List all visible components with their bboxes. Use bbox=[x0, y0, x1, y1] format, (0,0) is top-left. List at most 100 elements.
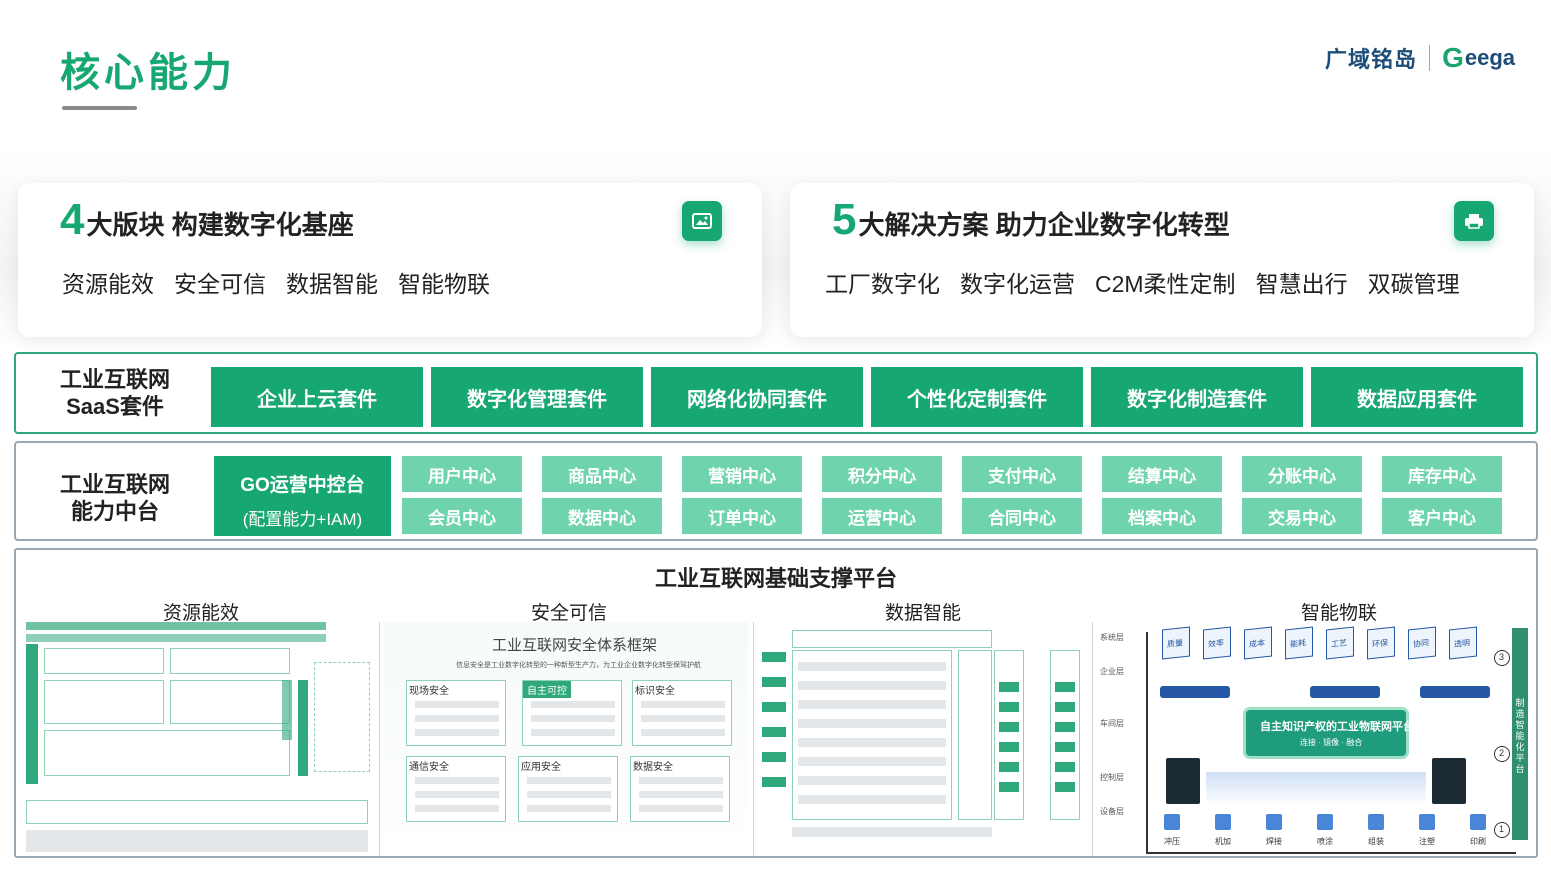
diagram-top-bar bbox=[26, 634, 326, 642]
capability-center-button[interactable]: 库存中心 bbox=[1382, 456, 1502, 492]
security-block-row bbox=[527, 791, 611, 798]
process-label: 喷涂 bbox=[1317, 837, 1333, 846]
go-console-button[interactable]: GO运营中控台 (配置能力+IAM) bbox=[214, 456, 391, 536]
security-block-row bbox=[531, 729, 615, 736]
card-item: 安全可信 bbox=[174, 271, 266, 297]
capability-center-button[interactable]: 结算中心 bbox=[1102, 456, 1222, 492]
iot-tag-label: 质量 bbox=[1167, 638, 1183, 649]
iot-layer-label: 设备层 bbox=[1100, 807, 1124, 816]
brand-divider bbox=[1429, 45, 1431, 71]
iot-flow-pill bbox=[1420, 686, 1490, 698]
security-block: 应用安全 bbox=[518, 756, 618, 822]
card-item: 工厂数字化 bbox=[825, 271, 940, 297]
security-block-row bbox=[639, 805, 723, 812]
capability-center-button[interactable]: 支付中心 bbox=[962, 456, 1082, 492]
iot-tag: 环保 bbox=[1367, 626, 1395, 660]
row-label-line: SaaS套件 bbox=[66, 394, 164, 419]
capability-center-button[interactable]: 积分中心 bbox=[822, 456, 942, 492]
data-table-row bbox=[798, 681, 946, 690]
security-block-row bbox=[531, 715, 615, 722]
iot-axis bbox=[1146, 852, 1516, 854]
card-number: 5 bbox=[832, 195, 857, 244]
data-table-row bbox=[798, 757, 946, 766]
iot-tag-label: 成本 bbox=[1249, 638, 1265, 649]
capability-center-button[interactable]: 用户中心 bbox=[402, 456, 522, 492]
card-heading: 大解决方案 助力企业数字化转型 bbox=[858, 210, 1230, 240]
security-block-row bbox=[415, 701, 499, 708]
iot-layer-label: 车间层 bbox=[1100, 719, 1124, 728]
geega-logo-text: eega bbox=[1464, 45, 1515, 70]
step-number: 2 bbox=[1499, 748, 1505, 758]
step-badge: 2 bbox=[1494, 746, 1510, 762]
capability-platform-row: 工业互联网 能力中台 GO运营中控台 (配置能力+IAM) 用户中心 商品中心 营销… bbox=[14, 441, 1538, 541]
security-block-label: 应用安全 bbox=[521, 762, 561, 773]
capability-center-button[interactable]: 分账中心 bbox=[1242, 456, 1362, 492]
row-label-line: 能力中台 bbox=[70, 499, 159, 524]
capability-center-button[interactable]: 会员中心 bbox=[402, 498, 522, 534]
iot-tag: 成本 bbox=[1244, 626, 1272, 660]
security-block-row bbox=[639, 791, 723, 798]
device-icon bbox=[1317, 814, 1333, 830]
security-title: 工业互联网安全体系框架 bbox=[492, 637, 658, 654]
diagram-side-bar bbox=[298, 680, 308, 776]
iot-gradient-band bbox=[1206, 772, 1426, 806]
data-layer-tag bbox=[762, 752, 786, 762]
data-column-tag bbox=[999, 722, 1019, 732]
four-modules-card: 4 大版块 构建数字化基座 资源能效 安全可信 数据智能 智能物联 bbox=[18, 183, 762, 337]
diagram-block bbox=[44, 648, 164, 674]
saas-suite-row: 工业互联网 SaaS套件 企业上云套件 数字化管理套件 网络化协同套件 个性化定… bbox=[14, 352, 1538, 434]
machine-icon bbox=[1166, 758, 1200, 804]
saas-suite-button[interactable]: 个性化定制套件 bbox=[871, 367, 1083, 427]
saas-suite-button[interactable]: 网络化协同套件 bbox=[651, 367, 863, 427]
diagram-block bbox=[170, 648, 290, 674]
saas-suite-button[interactable]: 数字化管理套件 bbox=[431, 367, 643, 427]
security-block-row bbox=[415, 715, 499, 722]
capability-center-button[interactable]: 营销中心 bbox=[682, 456, 802, 492]
saas-suite-button[interactable]: 数据应用套件 bbox=[1311, 367, 1523, 427]
iot-tag-label: 环保 bbox=[1372, 638, 1388, 649]
data-table-row bbox=[798, 700, 946, 709]
image-icon bbox=[682, 201, 722, 241]
diagram-block bbox=[26, 800, 368, 824]
data-column-tag bbox=[1055, 762, 1075, 772]
card-items: 工厂数字化 数字化运营 C2M柔性定制 智慧出行 双碳管理 bbox=[825, 265, 1460, 299]
device-icon bbox=[1470, 814, 1486, 830]
device-icon bbox=[1215, 814, 1231, 830]
iot-diagram: 系统层 企业层 车间层 控制层 设备层 质量 效率 成本 能耗 工艺 环保 协同 透明 自主知识产权的… bbox=[1098, 622, 1534, 856]
go-console-subtitle: (配置能力+IAM) bbox=[242, 510, 363, 529]
capability-center-button[interactable]: 订单中心 bbox=[682, 498, 802, 534]
step-number: 1 bbox=[1499, 824, 1505, 834]
card-item: C2M柔性定制 bbox=[1095, 271, 1236, 297]
iot-tag-label: 工艺 bbox=[1331, 638, 1347, 649]
iot-platform-title: 自主知识产权的工业物联网平台 bbox=[1260, 721, 1414, 733]
data-layer-tag bbox=[762, 652, 786, 662]
data-column-tag bbox=[999, 682, 1019, 692]
capability-center-button[interactable]: 数据中心 bbox=[542, 498, 662, 534]
security-block-label: 标识安全 bbox=[635, 686, 675, 697]
foundation-platform: 工业互联网基础支撑平台 资源能效 安全可信 数据智能 智能物联 工业互联网安全体… bbox=[14, 548, 1538, 858]
diagram-side-bar bbox=[26, 644, 38, 784]
capability-center-button[interactable]: 交易中心 bbox=[1242, 498, 1362, 534]
iot-layer-label: 系统层 bbox=[1100, 633, 1124, 642]
data-column-tag bbox=[999, 782, 1019, 792]
security-block-row bbox=[527, 805, 611, 812]
column-label: 资源能效 bbox=[162, 603, 239, 624]
capability-center-button[interactable]: 运营中心 bbox=[822, 498, 942, 534]
device-icon bbox=[1164, 814, 1180, 830]
card-item: 智慧出行 bbox=[1255, 271, 1348, 297]
card-item: 智能物联 bbox=[398, 271, 490, 297]
card-heading: 大版块 构建数字化基座 bbox=[86, 210, 354, 240]
security-block-label: 自主可控 bbox=[523, 681, 571, 698]
capability-center-button[interactable]: 商品中心 bbox=[542, 456, 662, 492]
security-block: 数据安全 bbox=[630, 756, 730, 822]
security-subtitle: 信息安全是工业数字化转型的一种新型生产力，为工业企业数字化转型保驾护航 bbox=[456, 662, 701, 669]
capability-center-button[interactable]: 档案中心 bbox=[1102, 498, 1222, 534]
saas-suite-button[interactable]: 企业上云套件 bbox=[211, 367, 423, 427]
step-badge: 3 bbox=[1494, 650, 1510, 666]
column-label: 数据智能 bbox=[884, 603, 961, 624]
saas-suite-button[interactable]: 数字化制造套件 bbox=[1091, 367, 1303, 427]
security-block-row bbox=[531, 701, 615, 708]
capability-center-button[interactable]: 合同中心 bbox=[962, 498, 1082, 534]
capability-center-button[interactable]: 客户中心 bbox=[1382, 498, 1502, 534]
card-item: 数字化运营 bbox=[960, 271, 1075, 297]
